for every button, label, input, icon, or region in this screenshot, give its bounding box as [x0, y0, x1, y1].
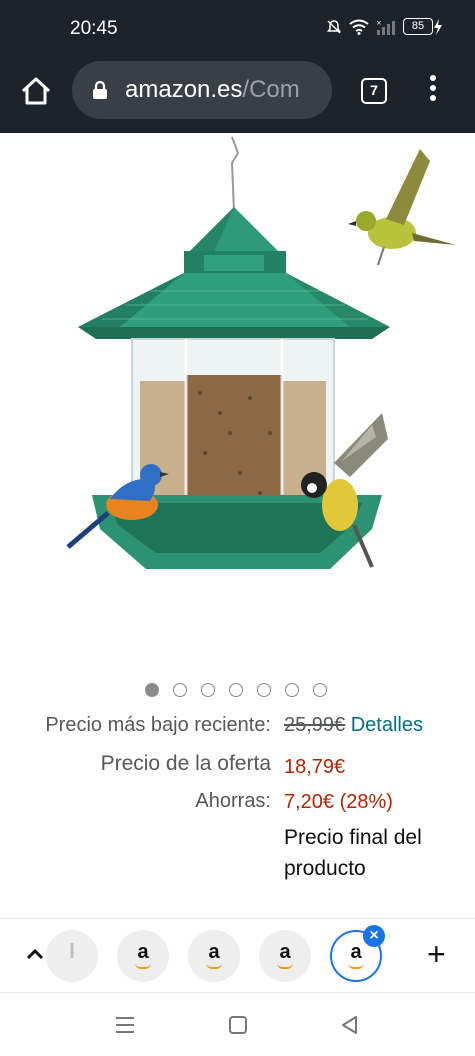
amazon-smile-icon — [206, 963, 222, 969]
amazon-smile-icon — [348, 963, 364, 969]
url-path: /Com — [242, 76, 300, 103]
lowest-price-value: 25,99€ — [284, 714, 346, 736]
savings-label: Ahorras: — [195, 790, 271, 812]
signal-icon: × — [376, 19, 395, 35]
back-icon[interactable] — [340, 1015, 360, 1035]
lowest-price-value-group: 25,99€ Detalles — [284, 714, 423, 737]
address-bar[interactable]: amazon.es/Com — [72, 61, 332, 119]
offer-price-row: Precio de la oferta 18,79€ — [0, 752, 475, 780]
menu-dot — [430, 85, 436, 91]
status-icons: × 85 — [326, 18, 443, 35]
details-link[interactable]: Detalles — [351, 714, 423, 736]
tab-switcher-button[interactable]: 7 — [361, 78, 387, 104]
carousel-dot[interactable] — [173, 683, 187, 697]
offer-price-label: Precio de la oferta — [100, 752, 271, 775]
chevron-up-icon[interactable] — [24, 943, 46, 965]
home-icon[interactable] — [18, 73, 54, 109]
final-price-note: Precio final del producto — [284, 826, 422, 880]
tab-favicon-text: l — [69, 941, 75, 963]
close-tab-icon[interactable]: × — [363, 925, 385, 947]
product-image[interactable] — [0, 133, 475, 663]
lock-icon — [93, 80, 107, 99]
bird-feeder-illustration — [66, 136, 456, 569]
image-carousel-dots — [145, 683, 327, 697]
tab-thumbnail[interactable]: a — [188, 930, 240, 982]
carousel-dot[interactable] — [201, 683, 215, 697]
status-time: 20:45 — [70, 18, 118, 39]
offer-price-value: 18,79€ — [284, 756, 346, 778]
amazon-smile-icon — [135, 963, 151, 969]
carousel-dot[interactable] — [145, 683, 159, 697]
tab-strip: l a a a a — [0, 918, 475, 992]
amazon-favicon: a — [208, 941, 220, 963]
system-nav-bar — [0, 992, 475, 1056]
bell-muted-icon — [327, 19, 341, 34]
carousel-dot[interactable] — [285, 683, 299, 697]
more-menu-button[interactable] — [424, 75, 442, 105]
savings-row: Ahorras: 7,20€ (28%) — [0, 790, 475, 818]
lowest-price-label: Precio más bajo reciente: — [45, 714, 271, 736]
menu-dot — [430, 95, 436, 101]
menu-dot — [430, 75, 436, 81]
amazon-smile-icon — [277, 963, 293, 969]
url-text: amazon.es/Com — [125, 76, 300, 104]
carousel-dot[interactable] — [229, 683, 243, 697]
tab-thumbnail-partial[interactable]: l — [46, 930, 98, 982]
carousel-dot[interactable] — [313, 683, 327, 697]
tab-thumbnail[interactable]: a — [117, 930, 169, 982]
home-nav-icon[interactable] — [228, 1015, 248, 1035]
battery-indicator: 85 — [403, 18, 443, 35]
battery-level: 85 — [403, 18, 433, 35]
savings-value: 7,20€ (28%) — [284, 791, 393, 813]
url-domain: amazon.es — [125, 76, 243, 103]
browser-chrome: 20:45 × 85 amazon.es/Com 7 — [0, 0, 475, 133]
lowest-price-row: Precio más bajo reciente: 25,99€ Detalle… — [0, 714, 475, 742]
svg-text:×: × — [376, 19, 382, 27]
wifi-icon — [349, 19, 369, 35]
new-tab-plus-icon[interactable]: + — [427, 938, 446, 970]
recent-apps-icon[interactable] — [114, 1015, 136, 1035]
charging-icon — [434, 18, 442, 35]
carousel-dot[interactable] — [257, 683, 271, 697]
amazon-favicon: a — [279, 941, 291, 963]
tab-thumbnail[interactable]: a — [259, 930, 311, 982]
amazon-favicon: a — [137, 941, 149, 963]
